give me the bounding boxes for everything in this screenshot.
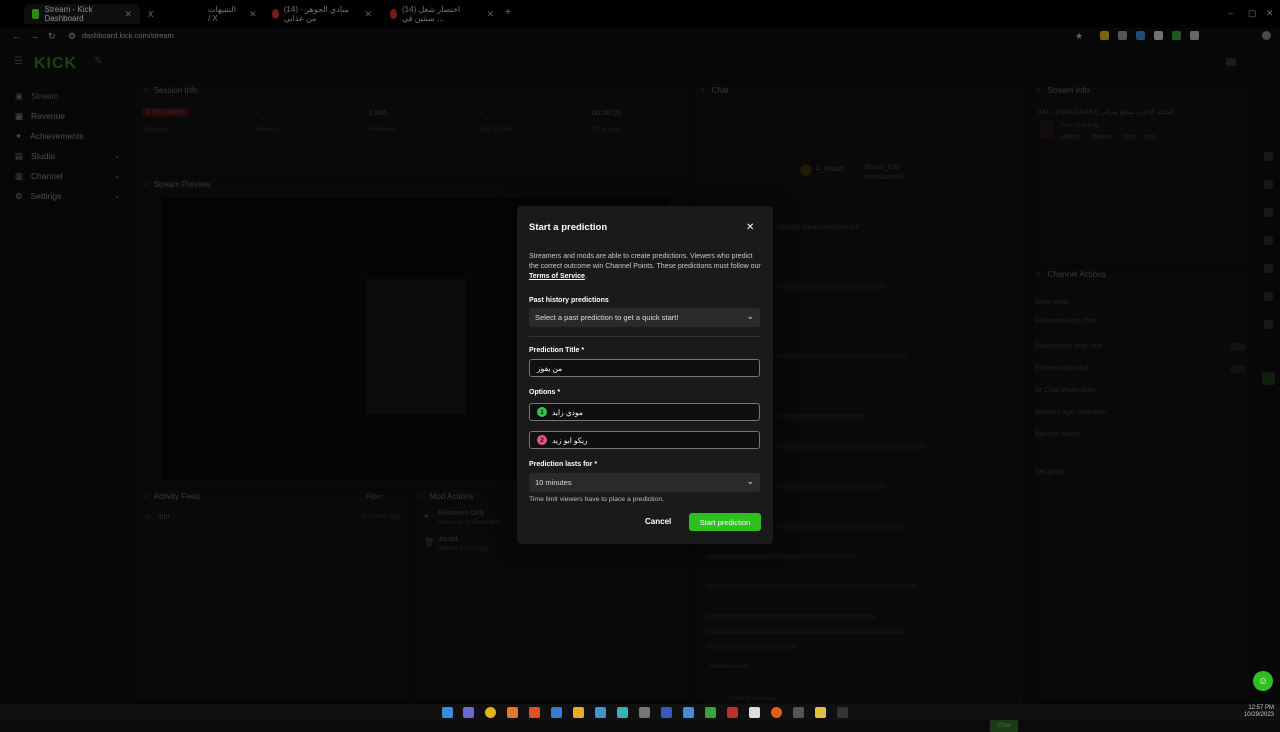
start-prediction-button[interactable]: Start prediction xyxy=(689,513,761,531)
prediction-title-input[interactable]: من يفوز xyxy=(529,359,760,377)
option-1-input[interactable]: 1 مودي زايد xyxy=(529,403,760,421)
taskbar-app-icon[interactable] xyxy=(727,707,738,718)
option-2-input[interactable]: 2 ريكو ابو زيد xyxy=(529,431,760,449)
terms-of-service-link[interactable]: Terms of Service xyxy=(529,273,585,280)
clock-date: 10/29/2023 xyxy=(1243,712,1274,718)
period: . xyxy=(584,273,587,280)
options-label: Options * xyxy=(529,389,561,396)
past-predictions-label: Past history predictions xyxy=(529,297,609,304)
taskbar-app-icon[interactable] xyxy=(551,707,562,718)
taskbar-app-icon[interactable] xyxy=(771,707,782,718)
taskbar-app-icon[interactable] xyxy=(793,707,804,718)
close-icon[interactable]: ✕ xyxy=(746,222,754,233)
prediction-title-value: من يفوز xyxy=(537,363,563,373)
past-predictions-select[interactable]: Select a past prediction to get a quick … xyxy=(529,308,760,327)
option-1-value: مودي زايد xyxy=(552,407,583,417)
taskbar-app-icon[interactable] xyxy=(837,707,848,718)
chevron-down-icon: ⌄ xyxy=(746,476,754,486)
taskbar-app-icon[interactable] xyxy=(529,707,540,718)
option-2-badge: 2 xyxy=(537,435,547,445)
past-predictions-placeholder: Select a past prediction to get a quick … xyxy=(535,313,679,322)
chevron-down-icon: ⌄ xyxy=(746,311,754,321)
taskbar-app-icon[interactable] xyxy=(507,707,518,718)
divider xyxy=(529,336,760,337)
chat-send-button[interactable]: Chat xyxy=(990,718,1018,732)
duration-select[interactable]: 10 minutes ⌄ xyxy=(529,473,760,492)
windows-start-icon[interactable] xyxy=(442,707,453,718)
prediction-modal: Start a prediction ✕ Streamers and mods … xyxy=(517,206,773,544)
taskbar-app-icon[interactable] xyxy=(595,707,606,718)
clock-time: 12:57 PM xyxy=(1248,705,1274,711)
duration-hint: Time limit viewers have to place a predi… xyxy=(529,496,664,503)
duration-value: 10 minutes xyxy=(535,478,572,487)
taskbar-app-icon[interactable] xyxy=(639,707,650,718)
file-explorer-icon[interactable] xyxy=(573,707,584,718)
taskbar-app-icon[interactable] xyxy=(749,707,760,718)
system-clock[interactable]: 12:57 PM 10/29/2023 xyxy=(1244,705,1274,719)
taskbar-app-icon[interactable] xyxy=(617,707,628,718)
modal-description: Streamers and mods are able to create pr… xyxy=(529,252,761,282)
option-1-badge: 1 xyxy=(537,407,547,417)
taskbar-app-icon[interactable] xyxy=(661,707,672,718)
prediction-title-label: Prediction Title * xyxy=(529,347,585,354)
taskbar-app-icon[interactable] xyxy=(683,707,694,718)
option-2-value: ريكو ابو زيد xyxy=(552,435,588,445)
support-chat-icon[interactable]: ☺ xyxy=(1253,671,1273,691)
description-text: Streamers and mods are able to create pr… xyxy=(529,253,761,270)
taskbar-app-icon[interactable] xyxy=(463,707,474,718)
taskbar-app-icon[interactable] xyxy=(705,707,716,718)
duration-label: Prediction lasts for * xyxy=(529,461,598,468)
modal-title: Start a prediction xyxy=(529,222,608,233)
chrome-icon[interactable] xyxy=(485,707,496,718)
taskbar-app-icon[interactable] xyxy=(815,707,826,718)
cancel-button[interactable]: Cancel xyxy=(645,517,671,526)
